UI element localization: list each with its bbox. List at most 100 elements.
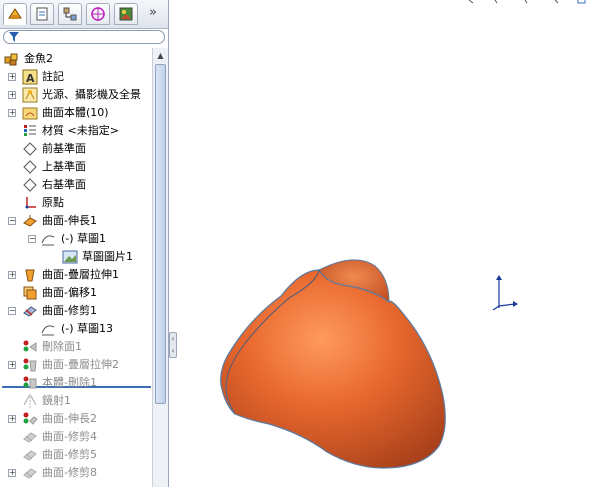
tree-item-label: 上基準面 (42, 160, 86, 173)
tree-item-label: 刪除面1 (42, 340, 82, 353)
scrollbar-thumb[interactable] (155, 64, 166, 404)
tree-item-surface-trim4[interactable]: 曲面-修剪4 (0, 428, 152, 446)
surface-loft-icon (25, 269, 35, 282)
panel-collapse-handle[interactable]: ‹ ‹ (169, 332, 177, 358)
tree-item-label: 右基準面 (42, 178, 86, 191)
tree-item-surface-loft2[interactable]: + 曲面-疊層拉伸2 (0, 356, 152, 374)
material-icon (24, 125, 36, 136)
suppressed-feature-icon (23, 412, 38, 425)
surface-trim-icon (23, 306, 37, 317)
tree-item-front-plane[interactable]: 前基準面 (0, 140, 152, 158)
property-manager-tab[interactable] (30, 3, 54, 25)
dimxpert-tab[interactable] (86, 3, 110, 25)
tree-root-label: 金魚2 (24, 52, 53, 65)
tree-filter[interactable] (3, 30, 165, 44)
suppressed-feature-icon (23, 376, 37, 389)
collapse-icon[interactable]: − (28, 235, 36, 243)
lights-icon (22, 87, 38, 103)
annotations-icon: A (22, 69, 38, 85)
suppressed-feature-icon (23, 358, 37, 372)
expand-icon[interactable]: + (8, 109, 16, 117)
graphics-area[interactable] (177, 0, 605, 487)
tree-item-label: 曲面-伸長2 (42, 412, 97, 425)
expand-icon[interactable]: + (8, 91, 16, 99)
surface-offset-icon (23, 286, 37, 300)
surface-trim-icon (23, 432, 37, 443)
tree-item-label: 曲面本體(10) (42, 106, 109, 119)
expand-icon[interactable]: + (8, 271, 16, 279)
suppressed-feature-icon (23, 340, 37, 352)
feature-manager-panel: » 金魚2 + A 註記 + 光源、攝影機及全景 + 曲面本體(10) 材質 <… (0, 0, 169, 487)
dimxpert-icon (91, 7, 105, 21)
sketch-icon (41, 325, 55, 336)
tree-item-label: 曲面-伸長1 (42, 214, 97, 227)
tree-item-delete-face1[interactable]: 刪除面1 (0, 338, 152, 356)
plane-icon (23, 178, 37, 192)
tree-item-surface-offset1[interactable]: 曲面-偏移1 (0, 284, 152, 302)
tree-item-right-plane[interactable]: 右基準面 (0, 176, 152, 194)
origin-icon (25, 197, 36, 209)
tree-item-top-plane[interactable]: 上基準面 (0, 158, 152, 176)
tree-item-annotations[interactable]: + A 註記 (0, 68, 152, 86)
view-toolbar-fragment[interactable] (468, 0, 586, 4)
tree-scrollbar[interactable]: ▲ (152, 48, 168, 487)
tabs-overflow-icon[interactable]: » (149, 5, 157, 20)
sketch-picture-icon (62, 250, 78, 264)
collapse-icon[interactable]: − (8, 217, 16, 225)
tree-item-sketch-picture1[interactable]: 草圖圖片1 (0, 248, 152, 266)
tree-item-sketch1[interactable]: − (-) 草圖1 (0, 230, 152, 248)
expand-icon[interactable]: + (8, 73, 16, 81)
tree-item-lights-cameras[interactable]: + 光源、攝影機及全景 (0, 86, 152, 104)
sketch-icon (41, 235, 55, 246)
expand-icon[interactable]: + (8, 415, 16, 423)
tree-item-origin[interactable]: 原點 (0, 194, 152, 212)
expand-icon[interactable]: + (8, 361, 16, 369)
svg-text:A: A (26, 72, 35, 85)
tree-item-surface-trim1[interactable]: − 曲面-修剪1 (0, 302, 152, 320)
display-manager-tab[interactable] (114, 3, 138, 25)
tree-item-surface-trim8[interactable]: + 曲面-修剪8 (0, 464, 152, 482)
tree-item-material[interactable]: 材質 <未指定> (0, 122, 152, 140)
feature-manager-tab[interactable] (3, 3, 27, 25)
tree-item-label: 曲面-偏移1 (42, 286, 97, 299)
tree-item-surface-extrude2[interactable]: + 曲面-伸長2 (0, 410, 152, 428)
tree-item-label: 曲面-疊層拉伸2 (42, 358, 119, 371)
triad-icon (492, 275, 518, 311)
tree-item-label: 曲面-修剪8 (42, 466, 97, 479)
filter-icon (9, 32, 19, 42)
tree-item-label: 草圖圖片1 (82, 250, 133, 263)
surface-trim-icon (23, 450, 37, 461)
tree-item-label: 原點 (42, 196, 64, 209)
goldfish-surface-model[interactable] (220, 259, 446, 469)
tree-item-label: 鏡射1 (42, 394, 71, 407)
tree-root[interactable]: 金魚2 (0, 50, 152, 68)
feature-tree: 金魚2 + A 註記 + 光源、攝影機及全景 + 曲面本體(10) 材質 <未指… (0, 48, 152, 487)
collapse-icon[interactable]: − (8, 307, 16, 315)
tree-item-label: (-) 草圖13 (61, 322, 114, 335)
tree-item-mirror1[interactable]: 鏡射1 (0, 392, 152, 410)
model-viewport[interactable] (177, 0, 605, 487)
configuration-manager-tab[interactable] (58, 3, 82, 25)
surface-extrude-icon (23, 215, 37, 227)
part-icon (4, 53, 18, 66)
tree-item-label: 曲面-修剪4 (42, 430, 97, 443)
surface-bodies-folder-icon (22, 107, 38, 120)
tree-item-surface-trim5[interactable]: 曲面-修剪5 (0, 446, 152, 464)
display-manager-icon (119, 7, 133, 21)
feature-manager-icon (8, 8, 22, 19)
expand-icon[interactable]: + (8, 469, 16, 477)
tree-item-label: 曲面-修剪1 (42, 304, 97, 317)
configuration-manager-icon (63, 7, 77, 21)
scroll-up-icon[interactable]: ▲ (155, 49, 166, 62)
tree-item-surface-extrude1[interactable]: − 曲面-伸長1 (0, 212, 152, 230)
plane-icon (23, 142, 37, 156)
tree-item-label: 光源、攝影機及全景 (42, 88, 141, 101)
tree-item-label: 材質 <未指定> (42, 124, 119, 137)
tree-item-surface-loft1[interactable]: + 曲面-疊層拉伸1 (0, 266, 152, 284)
tree-item-label: 前基準面 (42, 142, 86, 155)
tree-item-label: 曲面-修剪5 (42, 448, 97, 461)
tree-item-sketch13[interactable]: (-) 草圖13 (0, 320, 152, 338)
tree-item-label: 曲面-疊層拉伸1 (42, 268, 119, 281)
tree-item-body-delete1[interactable]: 本體-刪除1 (0, 374, 152, 392)
tree-item-surface-bodies[interactable]: + 曲面本體(10) (0, 104, 152, 122)
